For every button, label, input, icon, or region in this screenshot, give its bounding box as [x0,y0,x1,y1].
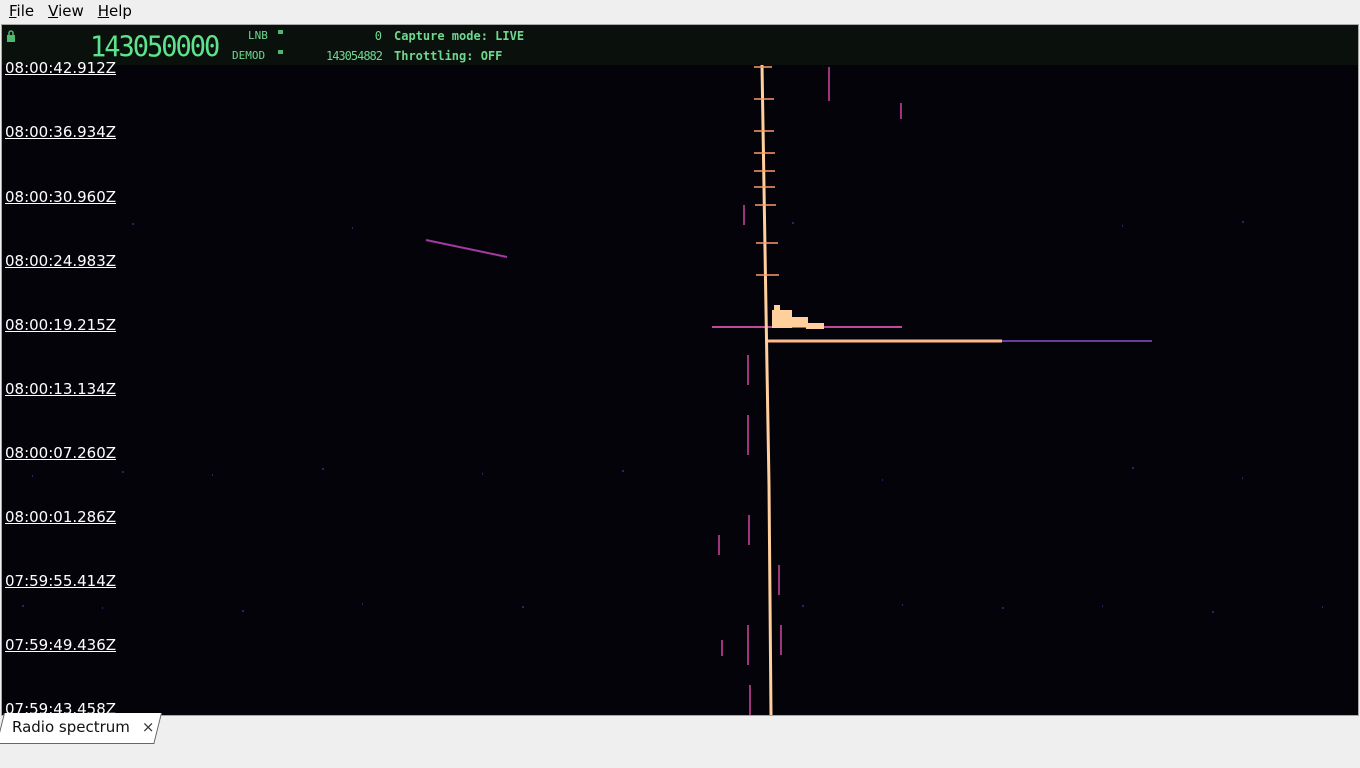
menu-file-mnemonic: F [9,2,17,20]
demod-label: DEMOD [232,49,266,62]
lnb-value[interactable]: 0 [302,29,382,43]
timestamp-label: 08:00:42.912Z [5,59,117,77]
spectrum-panel: 143050000 LNB 0 DEMOD 143054882 Capture … [1,24,1359,716]
timestamp-label: 08:00:24.983Z [5,252,117,270]
capture-mode-status: Capture mode: LIVE [394,29,525,43]
close-icon[interactable]: × [142,718,155,736]
tab-radio-spectrum-content: Radio spectrum × [12,718,154,736]
tab-label[interactable]: Radio spectrum [12,718,130,736]
menu-view-mnemonic: V [48,2,59,20]
menu-view-label: iew [58,2,84,20]
lock-icon[interactable] [6,30,16,42]
timestamp-label: 07:59:49.436Z [5,636,117,654]
menu-bar: File View Help [0,0,1360,22]
menu-help-label: elp [109,2,132,20]
throttling-status: Throttling: OFF [394,49,503,63]
lnb-lock-icon[interactable] [278,28,283,34]
menu-file-label: ile [16,2,35,20]
demod-lock-icon[interactable] [278,48,283,54]
menu-help-mnemonic: H [97,2,110,20]
frequency-header: 143050000 LNB 0 DEMOD 143054882 Capture … [2,25,1358,65]
timestamp-label: 08:00:36.934Z [5,123,117,141]
demod-value[interactable]: 143054882 [302,49,383,63]
lnb-label: LNB [248,29,268,42]
waterfall-display[interactable]: 08:00:42.912Z 08:00:36.934Z 08:00:30.960… [2,59,1358,715]
menu-file[interactable]: File [4,0,39,22]
timestamp-label: 08:00:07.260Z [5,444,117,462]
timestamp-label: 08:00:30.960Z [5,188,117,206]
timestamp-label: 08:00:13.134Z [5,380,117,398]
timestamp-label: 08:00:01.286Z [5,508,117,526]
timestamp-label: 07:59:55.414Z [5,572,117,590]
waterfall-canvas [2,65,1358,715]
timestamp-label: 08:00:19.215Z [5,316,117,334]
menu-view[interactable]: View [43,0,89,22]
menu-help[interactable]: Help [93,0,137,22]
